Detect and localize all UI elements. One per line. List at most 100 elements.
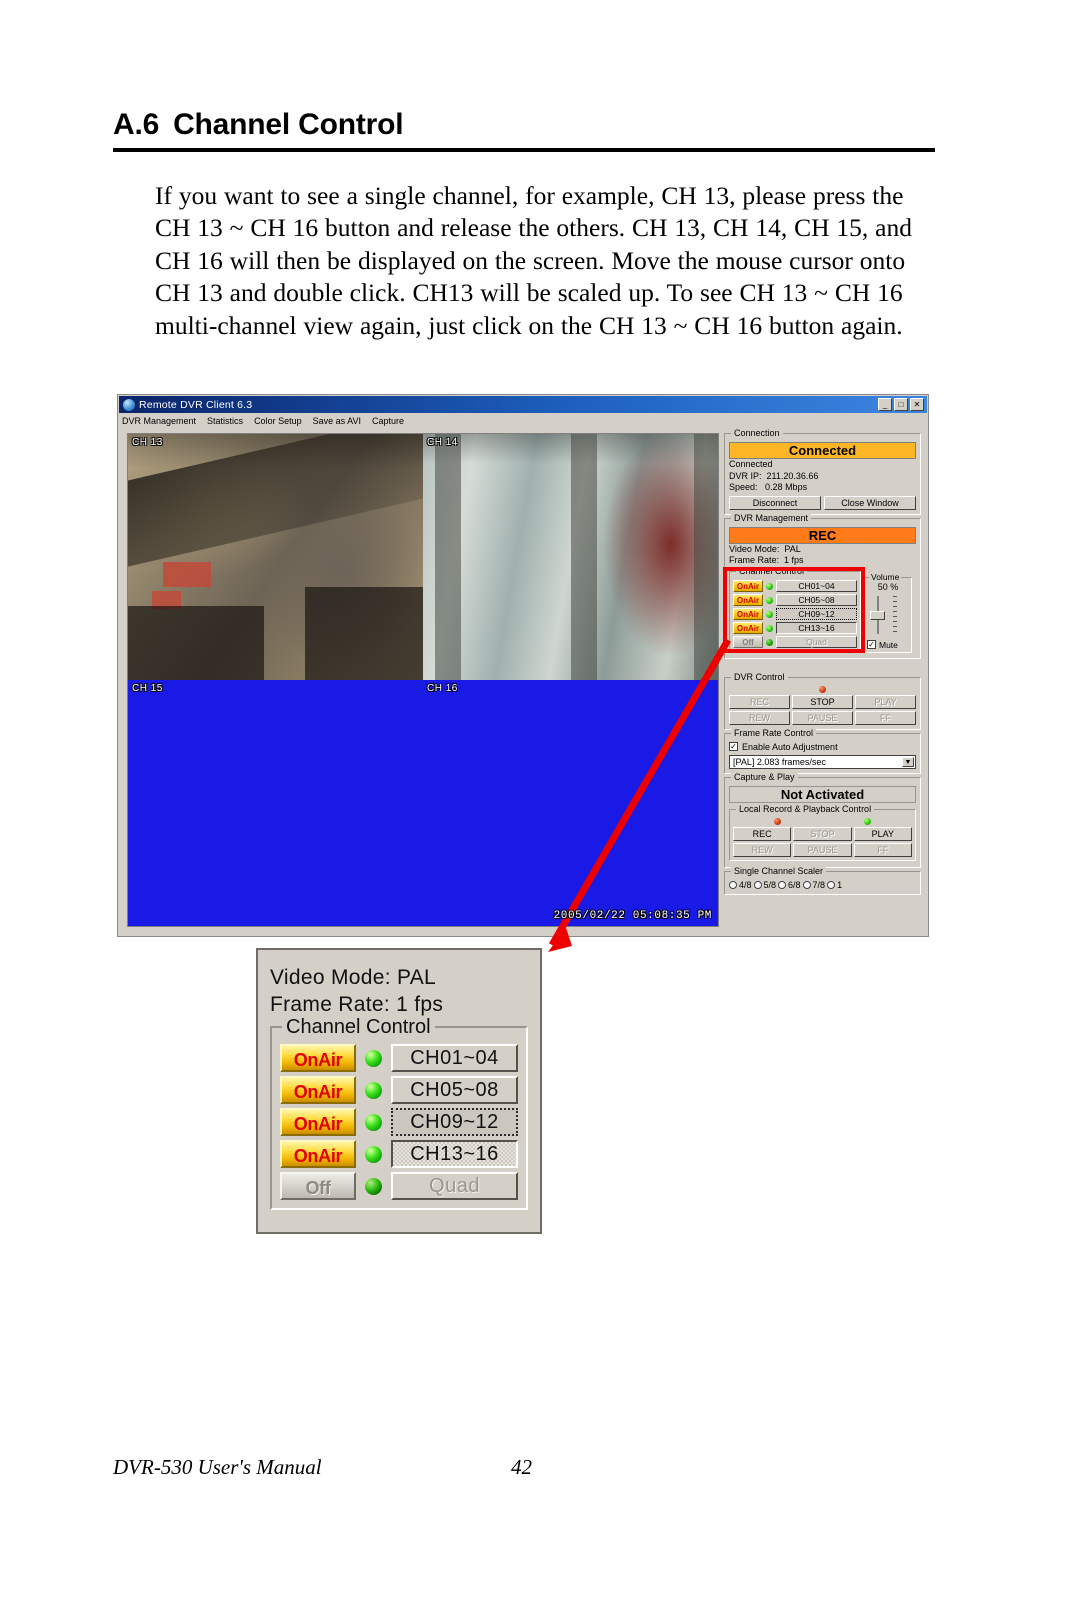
- dvr-rew-button[interactable]: REW: [729, 710, 790, 725]
- local-record-buttons: REC STOP PLAY REW PAUSE FF: [733, 826, 912, 857]
- led-ch01-04: [766, 582, 773, 590]
- zoom-channel-button-ch13-16[interactable]: CH13~16: [391, 1140, 518, 1168]
- volume-group: Volume 50 % ✓ Mute: [864, 571, 912, 653]
- dvr-ip-row: DVR IP: 211.20.36.66: [729, 471, 916, 483]
- radio-7-8[interactable]: [802, 880, 811, 889]
- scaler-label-4-8: 4/8: [739, 879, 752, 890]
- dvr-ip-label: DVR IP:: [729, 470, 762, 481]
- volume-legend: Volume: [869, 571, 902, 582]
- volume-slider-thumb[interactable]: [870, 611, 885, 621]
- menu-item-save-as-avi[interactable]: Save as AVI: [313, 416, 361, 426]
- zoom-led-quad: [365, 1177, 382, 1195]
- video-grid[interactable]: CH 13 CH 14 CH 15 CH 16 2005/02/22 05:08…: [127, 433, 719, 927]
- speed-value: 0.28 Mbps: [765, 482, 808, 492]
- channel-control-rows: OnAir CH01~04 OnAir CH05~08 OnAir CH09~1…: [733, 580, 857, 649]
- local-play-button[interactable]: PLAY: [853, 826, 912, 841]
- zoom-video-mode-value: PAL: [396, 966, 437, 989]
- channel-row-ch09-12: OnAir CH09~12: [733, 608, 857, 621]
- close-window-button[interactable]: Close Window: [824, 495, 916, 510]
- frame-rate-value: 1 fps: [784, 555, 804, 565]
- window-title: Remote DVR Client 6.3: [139, 398, 253, 411]
- channel-row-ch05-08: OnAir CH05~08: [733, 594, 857, 607]
- dvr-control-group: DVR Control REC STOP PLAY REW PAUSE FF: [724, 671, 921, 730]
- video-cell-ch13[interactable]: CH 13: [128, 434, 423, 680]
- zoom-video-mode-row: Video Mode: PAL: [270, 964, 528, 991]
- mute-checkbox[interactable]: ✓: [867, 640, 876, 649]
- dvr-pause-button[interactable]: PAUSE: [792, 710, 853, 725]
- frame-rate-combobox[interactable]: [PAL] 2.083 frames/sec ▼: [729, 754, 916, 769]
- auto-adjustment-checkbox[interactable]: ✓: [729, 742, 738, 751]
- mute-checkbox-row[interactable]: ✓ Mute: [867, 640, 898, 650]
- scaler-label-7-8: 7/8: [812, 879, 826, 890]
- zoom-channel-row-ch13-16: OnAir CH13~16: [280, 1140, 518, 1168]
- local-rew-button[interactable]: REW: [733, 842, 792, 857]
- radio-5-8[interactable]: [753, 880, 762, 889]
- manual-page: A.6 Channel Control If you want to see a …: [0, 0, 1080, 1618]
- channel-button-ch01-04[interactable]: CH01~04: [776, 580, 857, 592]
- radio-1[interactable]: [827, 880, 836, 889]
- local-record-group: Local Record & Playback Control REC STOP…: [729, 803, 916, 861]
- video-mode-label: Video Mode:: [729, 543, 780, 554]
- zoom-channel-button-ch01-04[interactable]: CH01~04: [391, 1044, 518, 1072]
- scaler-option-1[interactable]: 1: [827, 880, 842, 890]
- scaler-option-6-8[interactable]: 6/8: [778, 880, 801, 890]
- dvr-rec-banner: REC: [729, 526, 916, 544]
- auto-adjustment-row[interactable]: ✓ Enable Auto Adjustment: [729, 742, 916, 752]
- dvr-play-button[interactable]: PLAY: [855, 694, 916, 709]
- disconnect-button[interactable]: Disconnect: [729, 495, 821, 510]
- scaler-label-6-8: 6/8: [788, 879, 801, 890]
- zoom-led-ch01-04: [365, 1049, 382, 1067]
- radio-6-8[interactable]: [778, 880, 787, 889]
- onair-indicator-ch09-12: OnAir: [733, 608, 763, 620]
- connection-legend: Connection: [731, 428, 783, 438]
- video-cell-ch14[interactable]: CH 14: [423, 434, 718, 680]
- window-title-bar: Remote DVR Client 6.3 _ □ ✕: [119, 396, 927, 413]
- radio-4-8[interactable]: [729, 880, 737, 889]
- local-ff-button[interactable]: FF: [853, 842, 912, 857]
- local-stop-button[interactable]: STOP: [793, 826, 852, 841]
- video-label-ch14: CH 14: [427, 437, 458, 448]
- video-mode-row: Video Mode: PAL: [729, 544, 916, 556]
- remote-dvr-client-window: Remote DVR Client 6.3 _ □ ✕ DVR Manageme…: [117, 394, 929, 937]
- dvr-ff-button[interactable]: FF: [855, 710, 916, 725]
- zoom-channel-row-ch01-04: OnAir CH01~04: [280, 1044, 518, 1072]
- local-pause-button[interactable]: PAUSE: [793, 842, 852, 857]
- volume-slider[interactable]: [870, 595, 885, 634]
- video-mode-value: PAL: [784, 543, 801, 554]
- frame-rate-combobox-value: [PAL] 2.083 frames/sec: [733, 756, 826, 767]
- zoom-channel-button-ch05-08[interactable]: CH05~08: [391, 1076, 518, 1104]
- channel-button-ch05-08[interactable]: CH05~08: [776, 594, 857, 606]
- video-cell-ch16[interactable]: CH 16 2005/02/22 05:08:35 PM: [423, 680, 718, 926]
- scaler-option-4-8[interactable]: 4/8: [729, 880, 752, 890]
- zoom-frame-rate-value: 1 fps: [396, 993, 444, 1016]
- zoom-frame-rate-row: Frame Rate: 1 fps: [270, 991, 528, 1018]
- minimize-button[interactable]: _: [878, 398, 892, 411]
- menu-item-capture[interactable]: Capture: [372, 416, 404, 426]
- channel-button-quad[interactable]: Quad: [776, 636, 857, 648]
- dvr-stop-button[interactable]: STOP: [792, 694, 853, 709]
- local-rec-button[interactable]: REC: [733, 826, 792, 841]
- zoom-channel-control-group: Channel Control OnAir CH01~04 OnAir CH05…: [270, 1016, 528, 1210]
- zoom-channel-row-quad: Off Quad: [280, 1172, 518, 1200]
- channel-button-ch13-16[interactable]: CH13~16: [776, 622, 857, 634]
- local-record-legend: Local Record & Playback Control: [736, 803, 875, 814]
- zoom-channel-button-ch09-12[interactable]: CH09~12: [391, 1108, 518, 1136]
- dvr-rec-button[interactable]: REC: [729, 694, 790, 709]
- video-cell-ch15[interactable]: CH 15: [128, 680, 423, 926]
- maximize-button[interactable]: □: [894, 398, 908, 411]
- menu-item-color-setup[interactable]: Color Setup: [254, 416, 302, 426]
- chevron-down-icon[interactable]: ▼: [902, 756, 914, 767]
- close-button[interactable]: ✕: [910, 398, 924, 411]
- menu-item-statistics[interactable]: Statistics: [207, 416, 243, 426]
- scaler-option-7-8[interactable]: 7/8: [802, 879, 826, 890]
- footer-manual-name: DVR-530 User's Manual: [113, 1455, 322, 1479]
- footer-page-number: 42: [511, 1455, 532, 1479]
- channel-row-quad: Off Quad: [733, 636, 857, 649]
- mute-label: Mute: [879, 639, 898, 650]
- channel-button-ch09-12[interactable]: CH09~12: [776, 608, 857, 620]
- zoom-onair-indicator-ch05-08: OnAir: [280, 1076, 356, 1104]
- zoom-channel-button-quad[interactable]: Quad: [391, 1172, 518, 1200]
- scaler-option-5-8[interactable]: 5/8: [753, 880, 776, 890]
- video-label-ch13: CH 13: [132, 437, 163, 448]
- menu-item-dvr-management[interactable]: DVR Management: [122, 416, 196, 426]
